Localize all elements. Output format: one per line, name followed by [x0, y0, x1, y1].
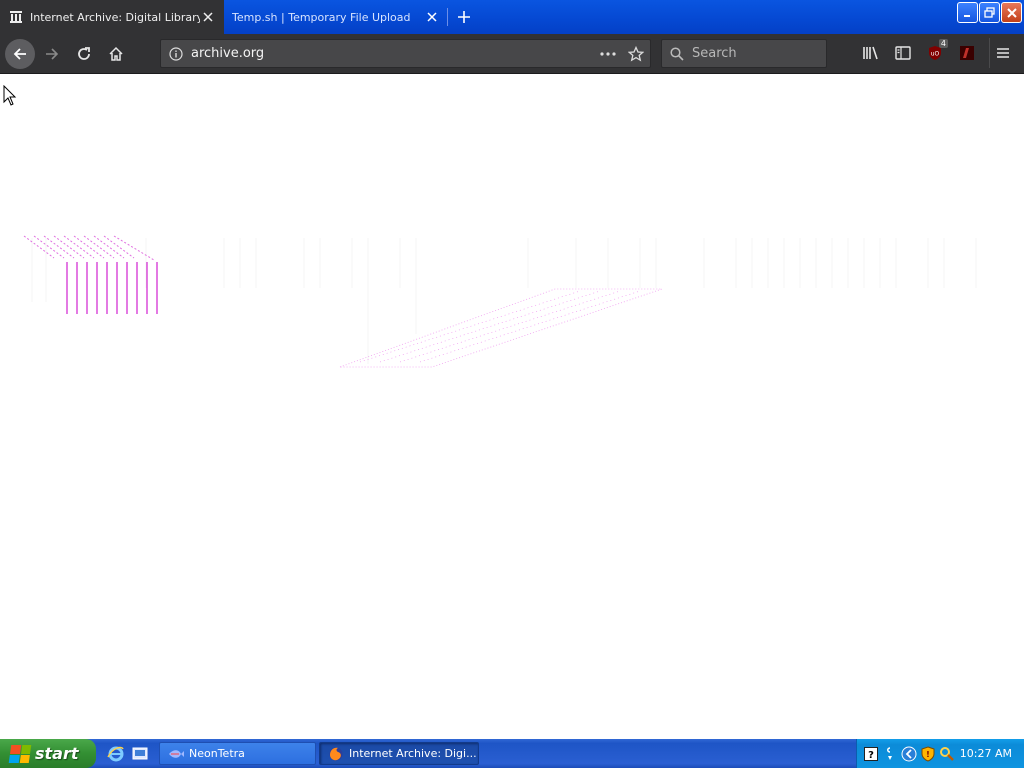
- windows-flag-icon: [8, 744, 32, 763]
- close-icon[interactable]: [424, 9, 440, 25]
- tab-internet-archive[interactable]: Internet Archive: Digital Library of Fre…: [0, 0, 224, 34]
- tab-label: Temp.sh | Temporary File Upload: [232, 10, 411, 24]
- search-icon: [662, 46, 692, 61]
- taskbar-label: NeonTetra: [189, 747, 245, 760]
- arrow-left-icon: [13, 47, 26, 60]
- hamburger-menu-icon: [996, 48, 1009, 58]
- close-icon[interactable]: [200, 9, 216, 25]
- window-controls: [957, 2, 1022, 23]
- firefox-icon: [328, 746, 344, 762]
- network-icon[interactable]: [882, 746, 898, 762]
- sidebar-button[interactable]: [887, 38, 919, 68]
- tab-label: Internet Archive: Digital Library of Fre…: [30, 10, 200, 24]
- svg-text:!: !: [926, 750, 930, 759]
- close-window-icon[interactable]: [1001, 2, 1022, 23]
- ublock-button[interactable]: uO 4: [919, 38, 951, 68]
- internet-explorer-icon[interactable]: [106, 744, 126, 764]
- library-button[interactable]: [855, 38, 887, 68]
- new-tab-button[interactable]: [448, 0, 480, 34]
- info-icon[interactable]: [161, 46, 191, 61]
- ublock-badge: 4: [938, 39, 948, 48]
- home-icon: [109, 46, 123, 61]
- star-icon[interactable]: [622, 45, 650, 62]
- extension-button[interactable]: [951, 38, 983, 68]
- toolbar-right: uO 4: [855, 38, 1015, 68]
- help-icon[interactable]: ?: [863, 746, 879, 762]
- minimize-icon[interactable]: [957, 2, 978, 23]
- security-shield-icon[interactable]: !: [920, 745, 936, 762]
- menu-button[interactable]: [989, 38, 1015, 68]
- taskbar: start NeonTetra Internet Archive: Digi..…: [0, 739, 1024, 768]
- library-icon: [863, 46, 878, 60]
- magnifier-icon[interactable]: [939, 746, 955, 762]
- mouse-cursor-icon: [3, 85, 17, 106]
- archive-icon: [8, 9, 24, 25]
- taskbar-button-neontetra[interactable]: NeonTetra: [159, 742, 316, 765]
- restore-icon[interactable]: [979, 2, 1000, 23]
- reload-icon: [78, 46, 90, 60]
- clock[interactable]: 10:27 AM: [960, 747, 1012, 760]
- arrow-right-icon: [46, 47, 59, 60]
- search-input[interactable]: Search: [661, 39, 827, 68]
- back-button[interactable]: [5, 38, 35, 69]
- svg-text:?: ?: [868, 750, 874, 761]
- start-label: start: [35, 744, 79, 763]
- svg-text:uO: uO: [931, 51, 940, 58]
- search-placeholder: Search: [692, 46, 737, 61]
- system-tray: ? ! 10:27 AM: [856, 739, 1024, 768]
- home-button[interactable]: [101, 39, 131, 69]
- taskbar-label: Internet Archive: Digi...: [349, 747, 477, 760]
- quick-launch: [106, 744, 156, 764]
- forward-button[interactable]: [37, 39, 67, 69]
- rendering-artifacts: [23, 235, 977, 368]
- address-bar[interactable]: archive.org: [160, 39, 651, 68]
- tab-temp-sh[interactable]: Temp.sh | Temporary File Upload: [224, 0, 448, 34]
- plus-icon: [458, 11, 470, 23]
- chevron-left-icon[interactable]: [901, 746, 917, 762]
- more-icon[interactable]: [594, 51, 622, 56]
- navigation-toolbar: archive.org Search uO 4: [0, 34, 1024, 74]
- reload-button[interactable]: [69, 39, 99, 69]
- fish-icon: [168, 746, 184, 762]
- sidebar-icon: [895, 46, 911, 60]
- url-text[interactable]: archive.org: [191, 46, 594, 61]
- tab-strip: Internet Archive: Digital Library of Fre…: [0, 0, 1024, 34]
- show-desktop-icon[interactable]: [130, 744, 150, 764]
- taskbar-button-internet-archive[interactable]: Internet Archive: Digi...: [319, 742, 479, 765]
- extension-icon: [960, 46, 974, 60]
- start-button[interactable]: start: [0, 739, 96, 768]
